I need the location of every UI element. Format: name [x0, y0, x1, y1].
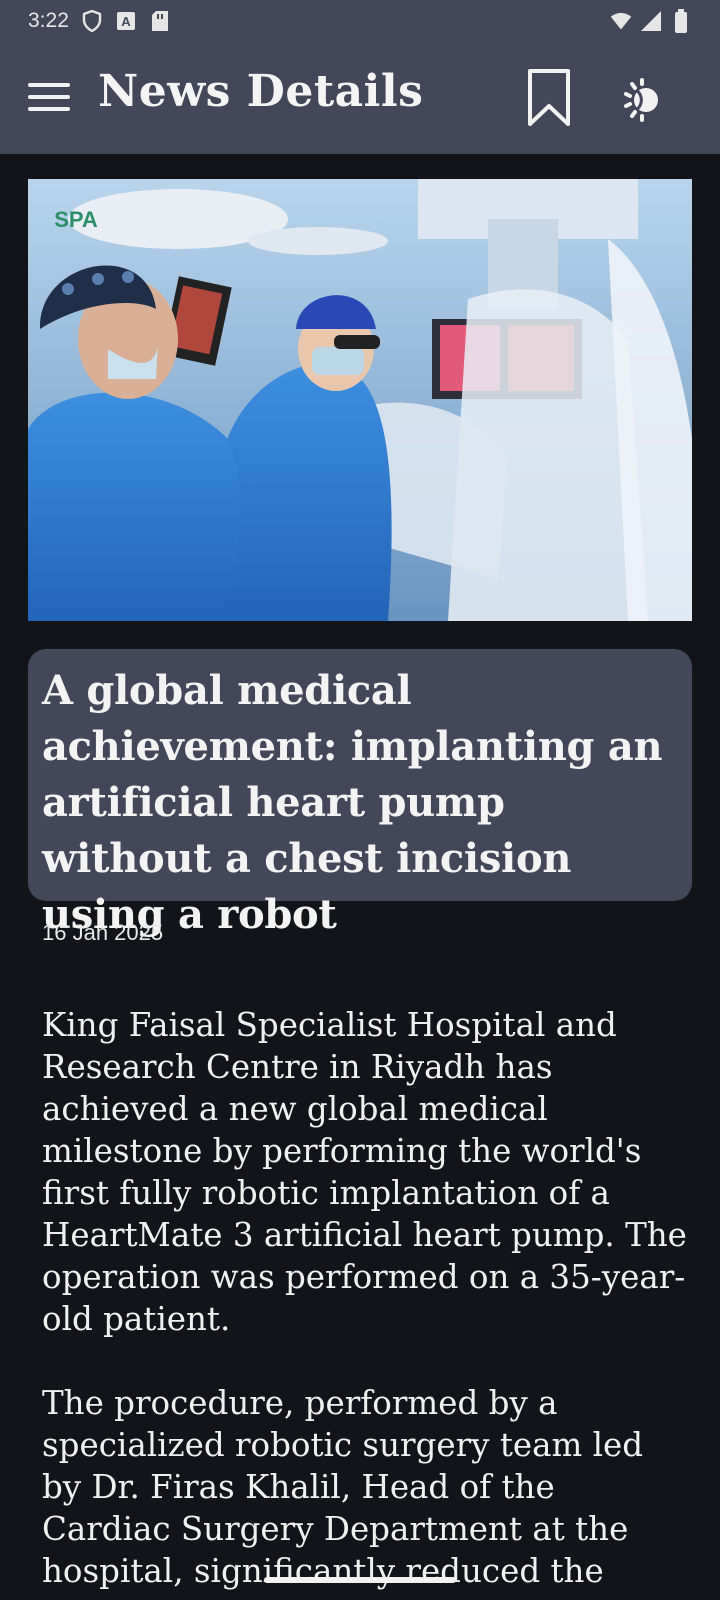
app-bar: News Details — [0, 42, 720, 154]
svg-text:A: A — [121, 14, 131, 29]
shield-icon — [81, 10, 103, 32]
svg-text:SPA: SPA — [54, 207, 98, 232]
article-date: 16 Jan 2025 — [42, 920, 164, 945]
wifi-icon — [610, 10, 632, 32]
signal-icon — [640, 10, 662, 32]
page-title: News Details — [98, 66, 424, 117]
bookmark-icon[interactable] — [526, 68, 576, 128]
gesture-nav-handle[interactable] — [264, 1577, 456, 1583]
battery-icon — [670, 9, 692, 33]
theme-toggle-icon[interactable] — [616, 72, 672, 128]
hamburger-menu-icon[interactable] — [24, 72, 74, 122]
article-headline: A global medical achievement: implanting… — [42, 667, 663, 938]
headline-card: A global medical achievement: implanting… — [28, 649, 692, 938]
sim-card-icon — [149, 10, 171, 32]
a-notification-icon: A — [115, 10, 137, 32]
article-paragraph: The procedure, performed by a specialize… — [42, 1384, 644, 1590]
status-bar: 3:22 A — [0, 0, 720, 42]
status-time: 3:22 — [28, 9, 69, 32]
article-body: King Faisal Specialist Hospital and Rese… — [42, 1004, 692, 1600]
article-image: SPA — [28, 179, 692, 621]
article-paragraph: King Faisal Specialist Hospital and Rese… — [42, 1006, 687, 1338]
